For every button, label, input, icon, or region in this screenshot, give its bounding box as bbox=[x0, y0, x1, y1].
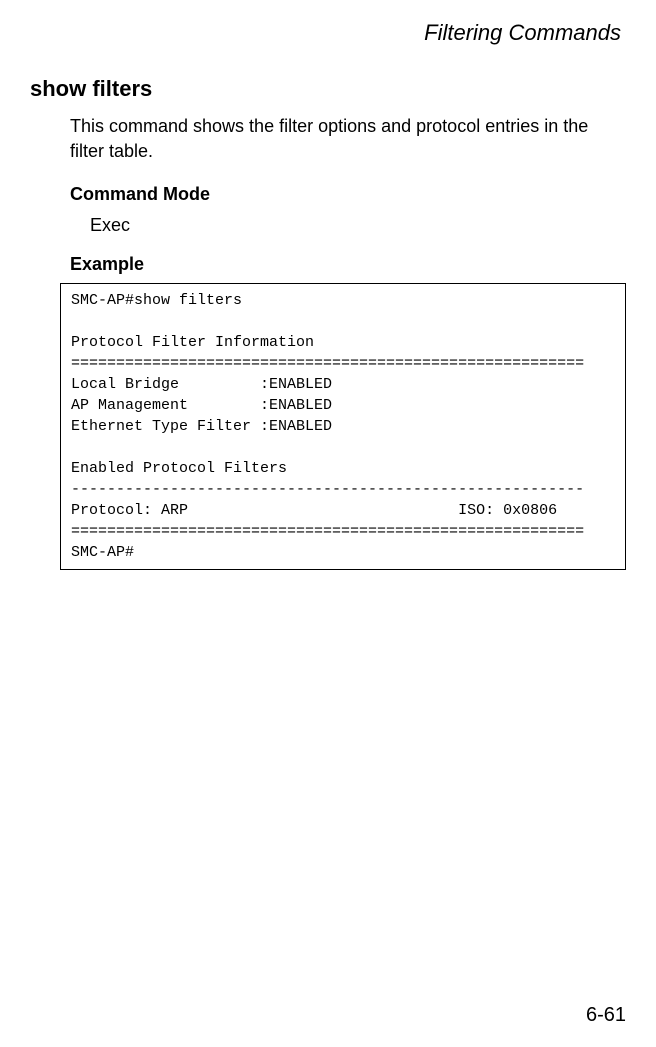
example-label: Example bbox=[70, 254, 626, 275]
code-block: SMC-AP#show filters Protocol Filter Info… bbox=[60, 283, 626, 570]
page-header-title: Filtering Commands bbox=[30, 20, 626, 46]
command-mode-value: Exec bbox=[90, 215, 626, 236]
section-description: This command shows the filter options an… bbox=[70, 114, 626, 164]
page-number: 6-61 bbox=[586, 1004, 626, 1027]
command-mode-label: Command Mode bbox=[70, 184, 626, 205]
section-title: show filters bbox=[30, 76, 626, 102]
